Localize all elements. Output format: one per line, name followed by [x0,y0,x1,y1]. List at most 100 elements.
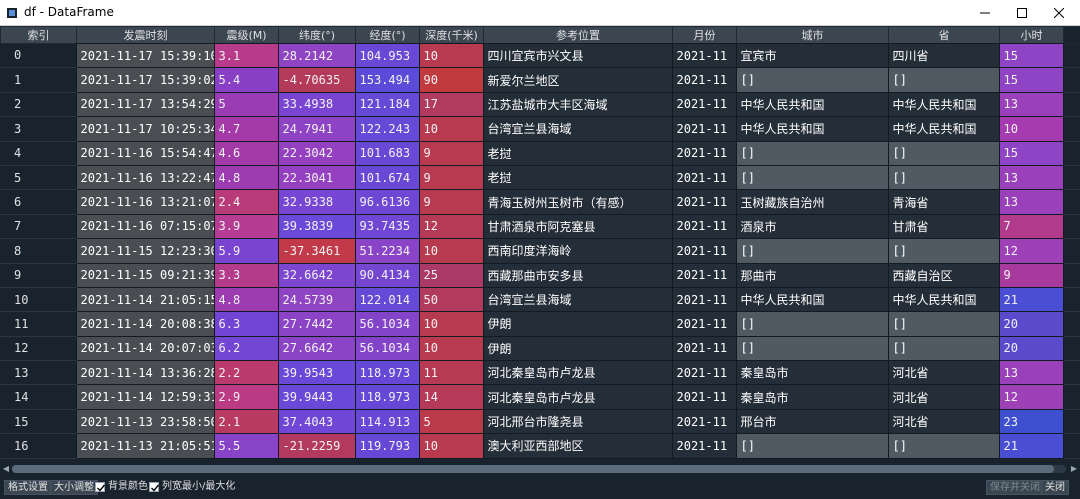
table-cell[interactable]: 11 [418,360,484,386]
table-row[interactable]: 12 2021-11-14 20:07:03 6.2 27.6642 56.1034 10… [0,335,1080,362]
table-cell[interactable]: 101.683 [354,140,420,166]
table-row[interactable]: 1 2021-11-17 15:39:02 5.4 -4.70635 153.494 90… [0,67,1080,93]
table-cell[interactable]: 5.5 [213,433,279,459]
table-cell[interactable]: -37.3461 [277,238,356,264]
table-cell[interactable]: [] [887,311,1000,337]
table-cell[interactable]: 13 [998,91,1064,118]
row-index[interactable]: 9 [0,263,76,288]
table-row[interactable]: 14 2021-11-14 12:59:31 2.9 39.9443 118.973 14… [0,384,1080,410]
table-cell[interactable]: 27.6642 [277,335,356,362]
column-header[interactable]: 月份 [672,26,737,44]
table-cell[interactable]: 2021-11-14 13:36:28 [75,360,215,386]
table-cell[interactable]: 2021-11 [671,408,737,435]
column-header[interactable]: 小时 [999,26,1064,44]
table-cell[interactable]: 10 [418,238,484,264]
table-cell[interactable]: 中华人民共和国 [735,91,889,118]
table-cell[interactable]: 5.4 [213,67,279,93]
row-index[interactable]: 10 [0,287,76,313]
table-cell[interactable]: 西藏那曲市安多县 [482,262,673,288]
table-cell[interactable]: 2021-11 [671,311,737,337]
index-header[interactable]: 索引 [0,26,77,44]
row-index[interactable]: 8 [0,238,76,264]
row-index[interactable]: 7 [0,214,76,240]
table-cell[interactable]: [] [887,335,1000,362]
table-cell[interactable]: 104.953 [354,43,420,69]
table-cell[interactable]: 153.494 [354,67,420,93]
table-cell[interactable]: 2021-11-14 21:05:15 [75,286,215,313]
table-cell[interactable]: [] [887,433,1000,459]
table-cell[interactable]: 2021-11 [671,335,737,362]
table-cell[interactable]: [] [735,433,889,459]
table-cell[interactable]: 15 [998,43,1064,69]
col-width-checkbox[interactable] [149,482,160,492]
table-cell[interactable]: 5 [418,408,484,435]
table-cell[interactable]: 122.243 [354,116,420,142]
table-cell[interactable]: 2021-11 [671,164,737,191]
table-cell[interactable]: 玉树藏族自治州 [735,189,889,215]
save-close-button[interactable]: 保存并关闭 [986,480,1044,495]
table-row[interactable]: 3 2021-11-17 10:25:34 4.7 24.7941 122.243 10 台… [0,116,1080,142]
table-cell[interactable]: 河北秦皇岛市卢龙县 [482,360,673,386]
table-cell[interactable]: 2021-11 [671,384,737,410]
table-cell[interactable]: 9 [998,262,1064,288]
table-cell[interactable]: 114.913 [354,408,420,435]
maximize-button[interactable] [1005,0,1039,26]
table-cell[interactable]: 河北省 [887,408,1000,435]
table-cell[interactable]: 56.1034 [354,335,420,362]
table-cell[interactable]: 2021-11-17 13:54:29 [75,91,215,118]
table-cell[interactable]: 17 [418,91,484,118]
row-index[interactable]: 14 [0,384,76,410]
table-cell[interactable]: 21 [998,286,1064,313]
table-cell[interactable]: 6.2 [213,335,279,362]
table-row[interactable]: 5 2021-11-16 13:22:47 4.8 22.3041 101.674 9 老挝… [0,164,1080,191]
column-header[interactable]: 震级(M) [214,26,279,44]
table-cell[interactable]: 13 [998,164,1064,191]
table-cell[interactable]: 25 [418,262,484,288]
table-cell[interactable]: 2.9 [213,384,279,410]
table-cell[interactable]: 118.973 [354,360,420,386]
table-cell[interactable]: [] [735,335,889,362]
table-cell[interactable]: 20 [998,311,1064,337]
table-cell[interactable]: 28.2142 [277,43,356,69]
table-cell[interactable]: -21.2259 [277,433,356,459]
table-cell[interactable]: 邢台市 [735,408,889,435]
table-cell[interactable]: 四川省 [887,43,1000,69]
table-cell[interactable]: 河北秦皇岛市卢龙县 [482,384,673,410]
table-cell[interactable]: 96.6136 [354,189,420,215]
table-cell[interactable]: 27.7442 [277,311,356,337]
table-cell[interactable]: 秦皇岛市 [735,384,889,410]
row-index[interactable]: 1 [0,67,76,93]
table-row[interactable]: 15 2021-11-13 23:58:50 2.1 37.4043 114.913 5 河… [0,408,1080,435]
table-row[interactable]: 8 2021-11-15 12:23:30 5.9 -37.3461 51.2234 10… [0,238,1080,264]
table-cell[interactable]: 118.973 [354,384,420,410]
table-cell[interactable]: 2021-11-16 13:22:47 [75,164,215,191]
table-row[interactable]: 7 2021-11-16 07:15:07 3.9 39.3839 93.7435 12 甘… [0,213,1080,240]
table-cell[interactable]: 伊朗 [482,311,673,337]
table-cell[interactable]: 4.7 [213,116,279,142]
column-header[interactable]: 经度(°) [355,26,420,44]
table-cell[interactable]: 2021-11 [671,189,737,215]
table-cell[interactable]: 中华人民共和国 [735,286,889,313]
table-cell[interactable]: 10 [418,311,484,337]
row-index[interactable]: 0 [0,43,76,69]
table-row[interactable]: 2 2021-11-17 13:54:29 5 33.4938 121.184 17 江苏盐… [0,91,1080,118]
row-index[interactable]: 12 [0,336,76,362]
table-cell[interactable]: 2021-11-14 20:07:03 [75,335,215,362]
table-cell[interactable]: 2021-11 [671,433,737,459]
table-cell[interactable]: 10 [418,43,484,69]
table-cell[interactable]: 青海玉树州玉树市（有感） [482,189,673,215]
table-cell[interactable]: [] [887,67,1000,93]
table-cell[interactable]: 90.4134 [354,262,420,288]
table-cell[interactable]: 39.3839 [277,213,356,240]
row-index[interactable]: 16 [0,433,76,459]
table-cell[interactable]: 13 [998,189,1064,215]
table-cell[interactable]: 10 [418,335,484,362]
resize-button[interactable]: 大小调整 [50,480,98,495]
row-index[interactable]: 5 [0,165,76,191]
row-index[interactable]: 2 [0,92,76,118]
table-cell[interactable]: 9 [418,164,484,191]
table-cell[interactable]: 10 [418,116,484,142]
table-cell[interactable]: 酒泉市 [735,213,889,240]
table-cell[interactable]: 澳大利亚西部地区 [482,433,673,459]
table-cell[interactable]: 2021-11-16 15:54:47 [75,140,215,166]
